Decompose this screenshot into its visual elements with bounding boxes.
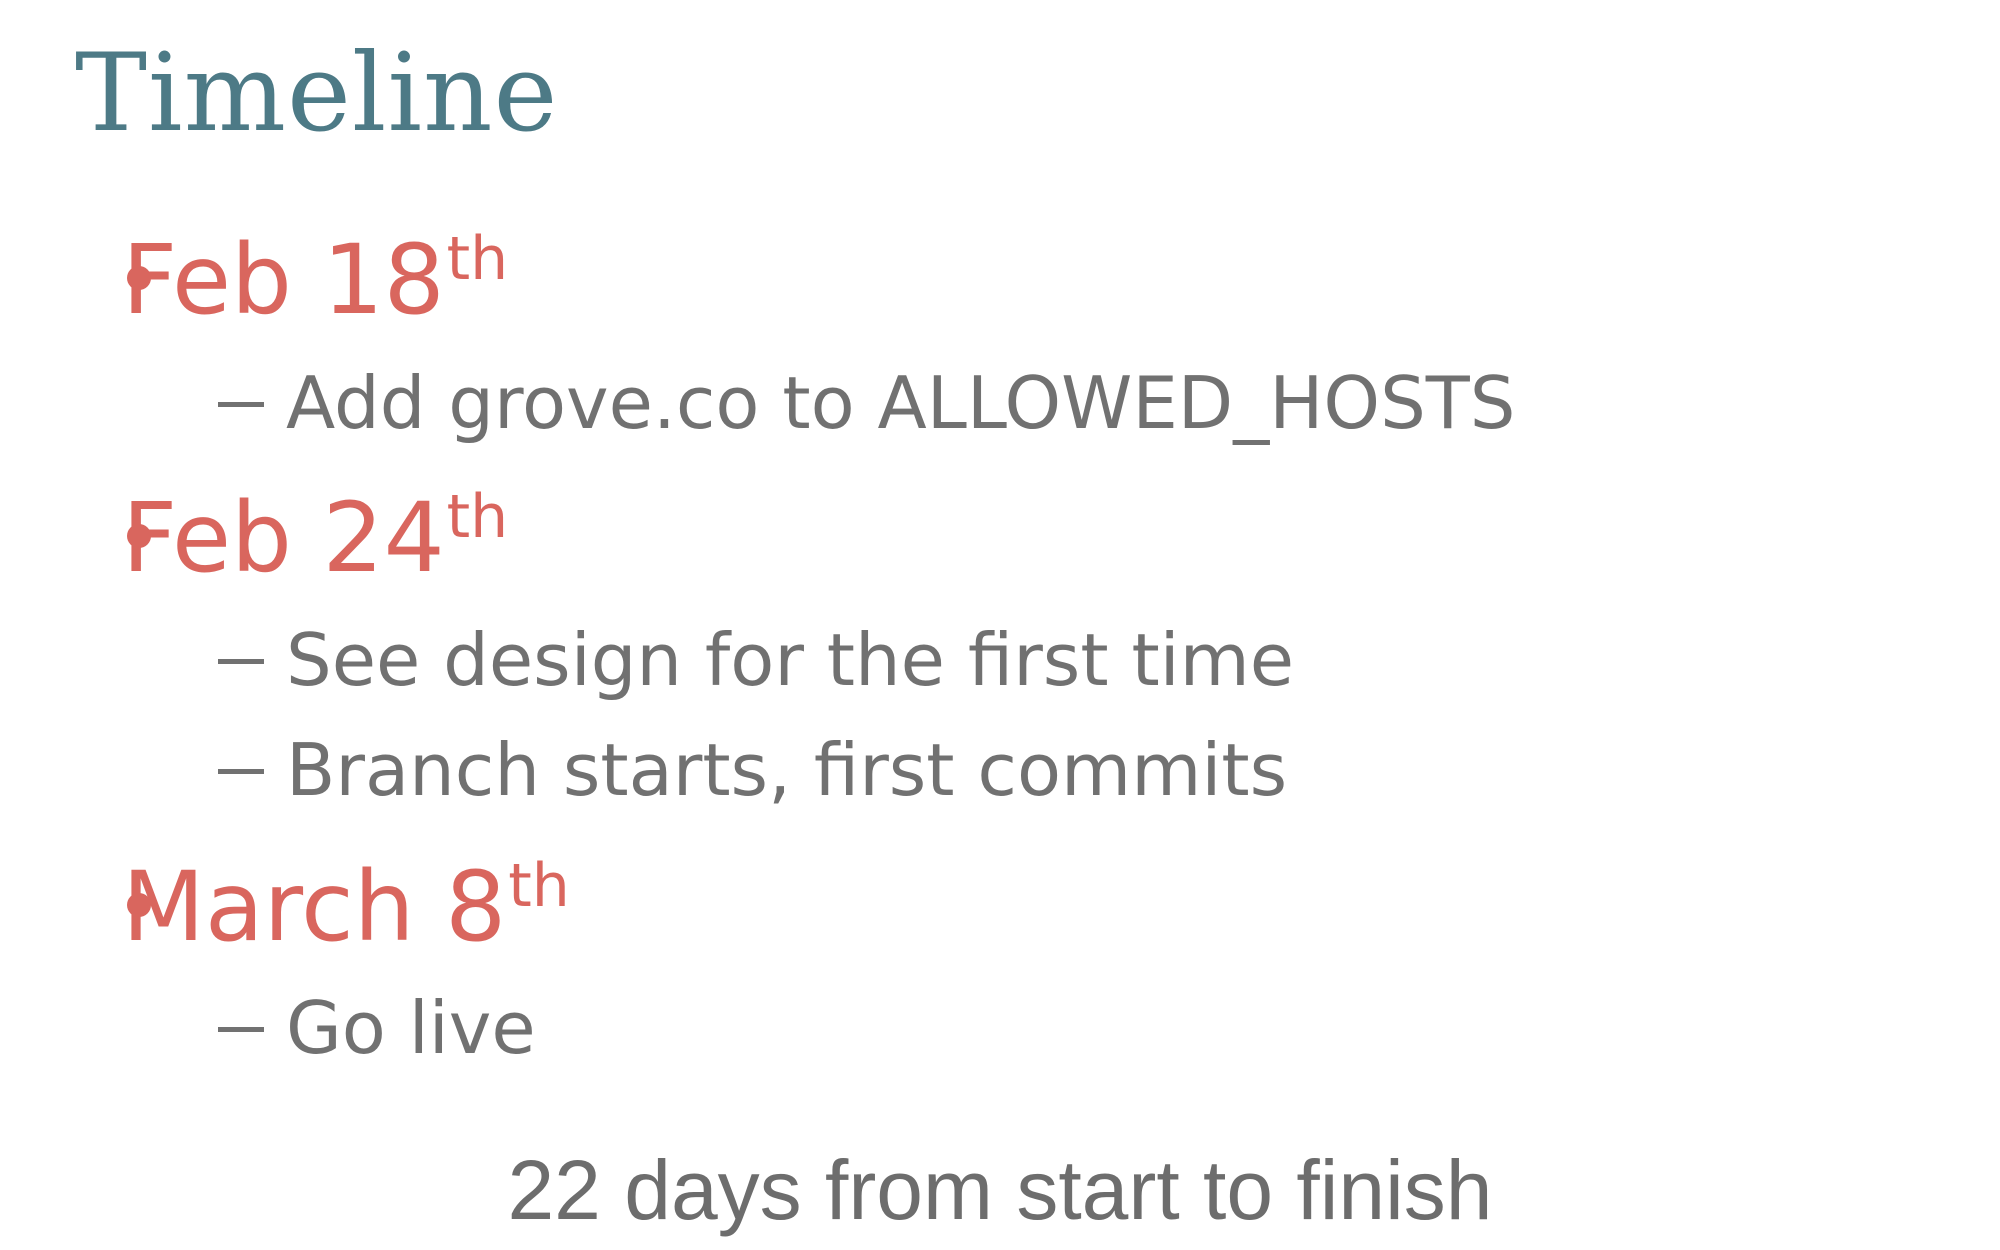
dash-icon	[218, 1026, 264, 1032]
note-text: See design for the first time	[286, 618, 1295, 702]
date-ordinal: th	[446, 224, 509, 294]
dash-icon	[218, 768, 264, 774]
footer-summary: 22 days from start to finish	[507, 1143, 1493, 1237]
date-text: March 8	[122, 851, 507, 963]
date-text: Feb 24	[122, 482, 445, 594]
date-ordinal: th	[508, 851, 570, 921]
slide: Timeline Feb 18th Add grove.co to ALLOWE…	[0, 0, 2000, 1250]
note-text: Go live	[286, 986, 536, 1070]
dash-icon	[218, 658, 264, 664]
date-text: Feb 18	[122, 224, 445, 336]
timeline-date: Feb 24th	[122, 487, 508, 586]
timeline-note: Branch starts, first commits	[218, 734, 1287, 806]
timeline-note: Go live	[218, 992, 536, 1064]
dash-icon	[218, 401, 264, 407]
timeline-note: See design for the first time	[218, 624, 1294, 696]
date-ordinal: th	[446, 482, 509, 552]
timeline-date: Feb 18th	[122, 229, 508, 328]
note-text: Branch starts, first commits	[286, 728, 1288, 812]
timeline-note: Add grove.co to ALLOWED_HOSTS	[218, 367, 1515, 439]
timeline-date: March 8th	[122, 856, 570, 955]
timeline-list: Feb 18th Add grove.co to ALLOWED_HOSTS F…	[0, 0, 2000, 1250]
note-text: Add grove.co to ALLOWED_HOSTS	[286, 361, 1516, 445]
